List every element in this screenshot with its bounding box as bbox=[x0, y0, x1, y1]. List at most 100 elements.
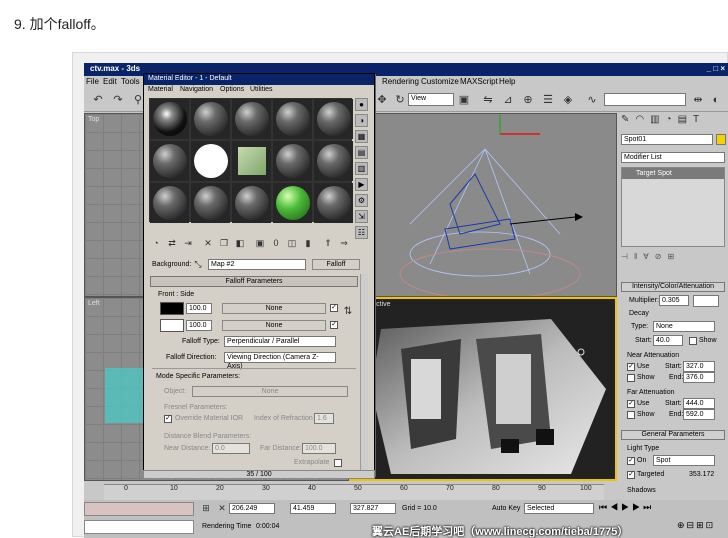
command-tabs[interactable]: ✎◠▥◔▤T bbox=[621, 114, 725, 130]
maxscript-listener[interactable] bbox=[84, 502, 194, 516]
far-show-checkbox[interactable] bbox=[627, 411, 635, 419]
side-amount-field[interactable]: 100.0 bbox=[186, 320, 212, 331]
med-menu-navigation[interactable]: Navigation bbox=[180, 86, 213, 93]
get-material-icon[interactable]: ◔ bbox=[149, 236, 163, 250]
material-effects-channel-icon[interactable]: 0 bbox=[269, 236, 283, 250]
reference-coord-select[interactable]: View bbox=[408, 93, 454, 106]
time-slider[interactable]: 35 / 100 bbox=[143, 470, 375, 479]
med-menu-utilities[interactable]: Utilities bbox=[250, 86, 273, 93]
sample-slot[interactable] bbox=[232, 183, 271, 223]
go-forward-sibling-icon[interactable]: ⇒ bbox=[337, 236, 351, 250]
mirror-axis-icon[interactable]: ⇹ bbox=[690, 92, 706, 108]
viewport-perspective[interactable]: Perspective bbox=[349, 297, 617, 481]
med-menu-options[interactable]: Options bbox=[220, 86, 244, 93]
make-preview-icon[interactable]: ▶ bbox=[355, 178, 368, 191]
material-editor-scrollbar[interactable] bbox=[360, 274, 368, 470]
sample-slot-active[interactable] bbox=[191, 141, 230, 181]
sample-slot[interactable] bbox=[232, 99, 271, 139]
y-coord-field[interactable]: 41.459 bbox=[290, 503, 336, 514]
decay-show-checkbox[interactable] bbox=[689, 337, 697, 345]
sample-slot[interactable] bbox=[273, 141, 312, 181]
reset-map-icon[interactable]: ✕ bbox=[201, 236, 215, 250]
options-icon[interactable]: ⚙ bbox=[355, 194, 368, 207]
absolute-mode-icon[interactable]: ✕ bbox=[216, 502, 228, 514]
stack-tools[interactable]: ⊣‖∀⊘⊞ bbox=[621, 252, 725, 264]
menu-help[interactable]: Help bbox=[499, 77, 515, 86]
far-use-checkbox[interactable]: ✓ bbox=[627, 400, 635, 408]
far-start-field[interactable]: 444.0 bbox=[683, 398, 715, 409]
med-menu-material[interactable]: Material bbox=[148, 86, 173, 93]
side-map-button[interactable]: None bbox=[222, 320, 326, 331]
sample-slot[interactable] bbox=[273, 183, 312, 223]
lock-selection-icon[interactable]: ⊞ bbox=[200, 502, 212, 514]
background-icon[interactable]: ▦ bbox=[355, 130, 368, 143]
normal-align-icon[interactable]: ⊕ bbox=[520, 92, 536, 108]
make-unique-icon[interactable]: ◧ bbox=[233, 236, 247, 250]
make-copy-icon[interactable]: ❐ bbox=[217, 236, 231, 250]
menu-file[interactable]: File bbox=[86, 77, 99, 86]
curve-editor-icon[interactable]: ∿ bbox=[584, 92, 600, 108]
override-ior-checkbox[interactable]: ✓ bbox=[164, 415, 172, 423]
far-end-field[interactable]: 592.0 bbox=[683, 409, 715, 420]
near-distance-field[interactable]: 0.0 bbox=[212, 443, 250, 454]
modifier-list-select[interactable]: Modifier List bbox=[621, 152, 725, 163]
show-map-in-viewport-icon[interactable]: ◫ bbox=[285, 236, 299, 250]
viewport-nav-controls[interactable]: ⊕⊟⊞⊡ bbox=[677, 520, 727, 534]
sample-slot[interactable] bbox=[314, 183, 353, 223]
redo-icon[interactable]: ↷ bbox=[110, 92, 126, 108]
move-icon[interactable]: ✥ bbox=[374, 92, 390, 108]
object-color-swatch[interactable] bbox=[716, 134, 726, 145]
uv-tiling-icon[interactable]: ▤ bbox=[355, 146, 368, 159]
menu-tools[interactable]: Tools bbox=[121, 77, 140, 86]
sample-slot[interactable] bbox=[314, 141, 353, 181]
go-to-parent-icon[interactable]: ⇑ bbox=[321, 236, 335, 250]
window-controls[interactable]: _ □ × bbox=[707, 64, 725, 73]
rotate-icon[interactable]: ↻ bbox=[392, 92, 408, 108]
front-map-button[interactable]: None bbox=[222, 303, 326, 314]
sample-slot[interactable] bbox=[273, 99, 312, 139]
targeted-checkbox[interactable]: ✓ bbox=[627, 471, 635, 479]
object-pick-button[interactable]: None bbox=[192, 386, 348, 397]
falloff-direction-select[interactable]: Viewing Direction (Camera Z-Axis) bbox=[224, 352, 336, 370]
light-color-swatch[interactable] bbox=[693, 295, 719, 307]
sample-slot[interactable] bbox=[150, 183, 189, 223]
z-coord-field[interactable]: 327.827 bbox=[350, 503, 396, 514]
decay-start-field[interactable]: 40.0 bbox=[653, 335, 683, 346]
front-map-checkbox[interactable]: ✓ bbox=[330, 304, 338, 312]
mirror-icon[interactable]: ⇋ bbox=[480, 92, 496, 108]
general-rollout-header[interactable]: General Parameters bbox=[621, 430, 725, 440]
front-amount-field[interactable]: 100.0 bbox=[186, 303, 212, 314]
key-filter-select[interactable]: Selected bbox=[524, 503, 594, 514]
material-icon[interactable]: ◈ bbox=[560, 92, 576, 108]
side-color-swatch[interactable] bbox=[160, 319, 184, 332]
front-color-swatch[interactable] bbox=[160, 302, 184, 315]
light-on-checkbox[interactable]: ✓ bbox=[627, 457, 635, 465]
side-map-checkbox[interactable]: ✓ bbox=[330, 321, 338, 329]
select-by-material-icon[interactable]: ⇲ bbox=[355, 210, 368, 223]
playback-controls[interactable]: ⏮◀▶▶⏭ bbox=[599, 502, 679, 516]
viewport-front[interactable] bbox=[349, 113, 617, 297]
put-to-scene-icon[interactable]: ⇄ bbox=[165, 236, 179, 250]
align-icon[interactable]: ⊿ bbox=[500, 92, 516, 108]
intensity-rollout-header[interactable]: Intensity/Color/Attenuation bbox=[621, 282, 725, 292]
menu-rendering[interactable]: Rendering bbox=[382, 77, 419, 86]
backlight-icon[interactable]: ◑ bbox=[355, 114, 368, 127]
render-icon[interactable]: ◐ bbox=[708, 92, 724, 108]
sample-slot[interactable] bbox=[314, 99, 353, 139]
sample-slot[interactable] bbox=[191, 99, 230, 139]
near-show-checkbox[interactable] bbox=[627, 374, 635, 382]
decay-type-select[interactable]: None bbox=[653, 321, 715, 332]
menu-edit[interactable]: Edit bbox=[103, 77, 117, 86]
map-name-field[interactable]: Map #2 bbox=[208, 259, 306, 270]
near-start-field[interactable]: 327.0 bbox=[683, 361, 715, 372]
swap-colors-icon[interactable]: ⇅ bbox=[342, 304, 354, 320]
near-end-field[interactable]: 376.0 bbox=[683, 372, 715, 383]
far-distance-field[interactable]: 100.0 bbox=[302, 443, 336, 454]
stack-item-target-spot[interactable]: Target Spot bbox=[622, 168, 724, 179]
pick-material-icon[interactable]: ⤡ bbox=[192, 256, 204, 272]
falloff-rollout-header[interactable]: Falloff Parameters bbox=[150, 276, 358, 287]
track-bar[interactable]: 0 10 20 30 40 50 60 70 80 90 100 bbox=[104, 484, 604, 500]
layer-icon[interactable]: ☰ bbox=[540, 92, 556, 108]
assign-material-icon[interactable]: ⇥ bbox=[181, 236, 195, 250]
sample-slot[interactable] bbox=[150, 99, 189, 139]
